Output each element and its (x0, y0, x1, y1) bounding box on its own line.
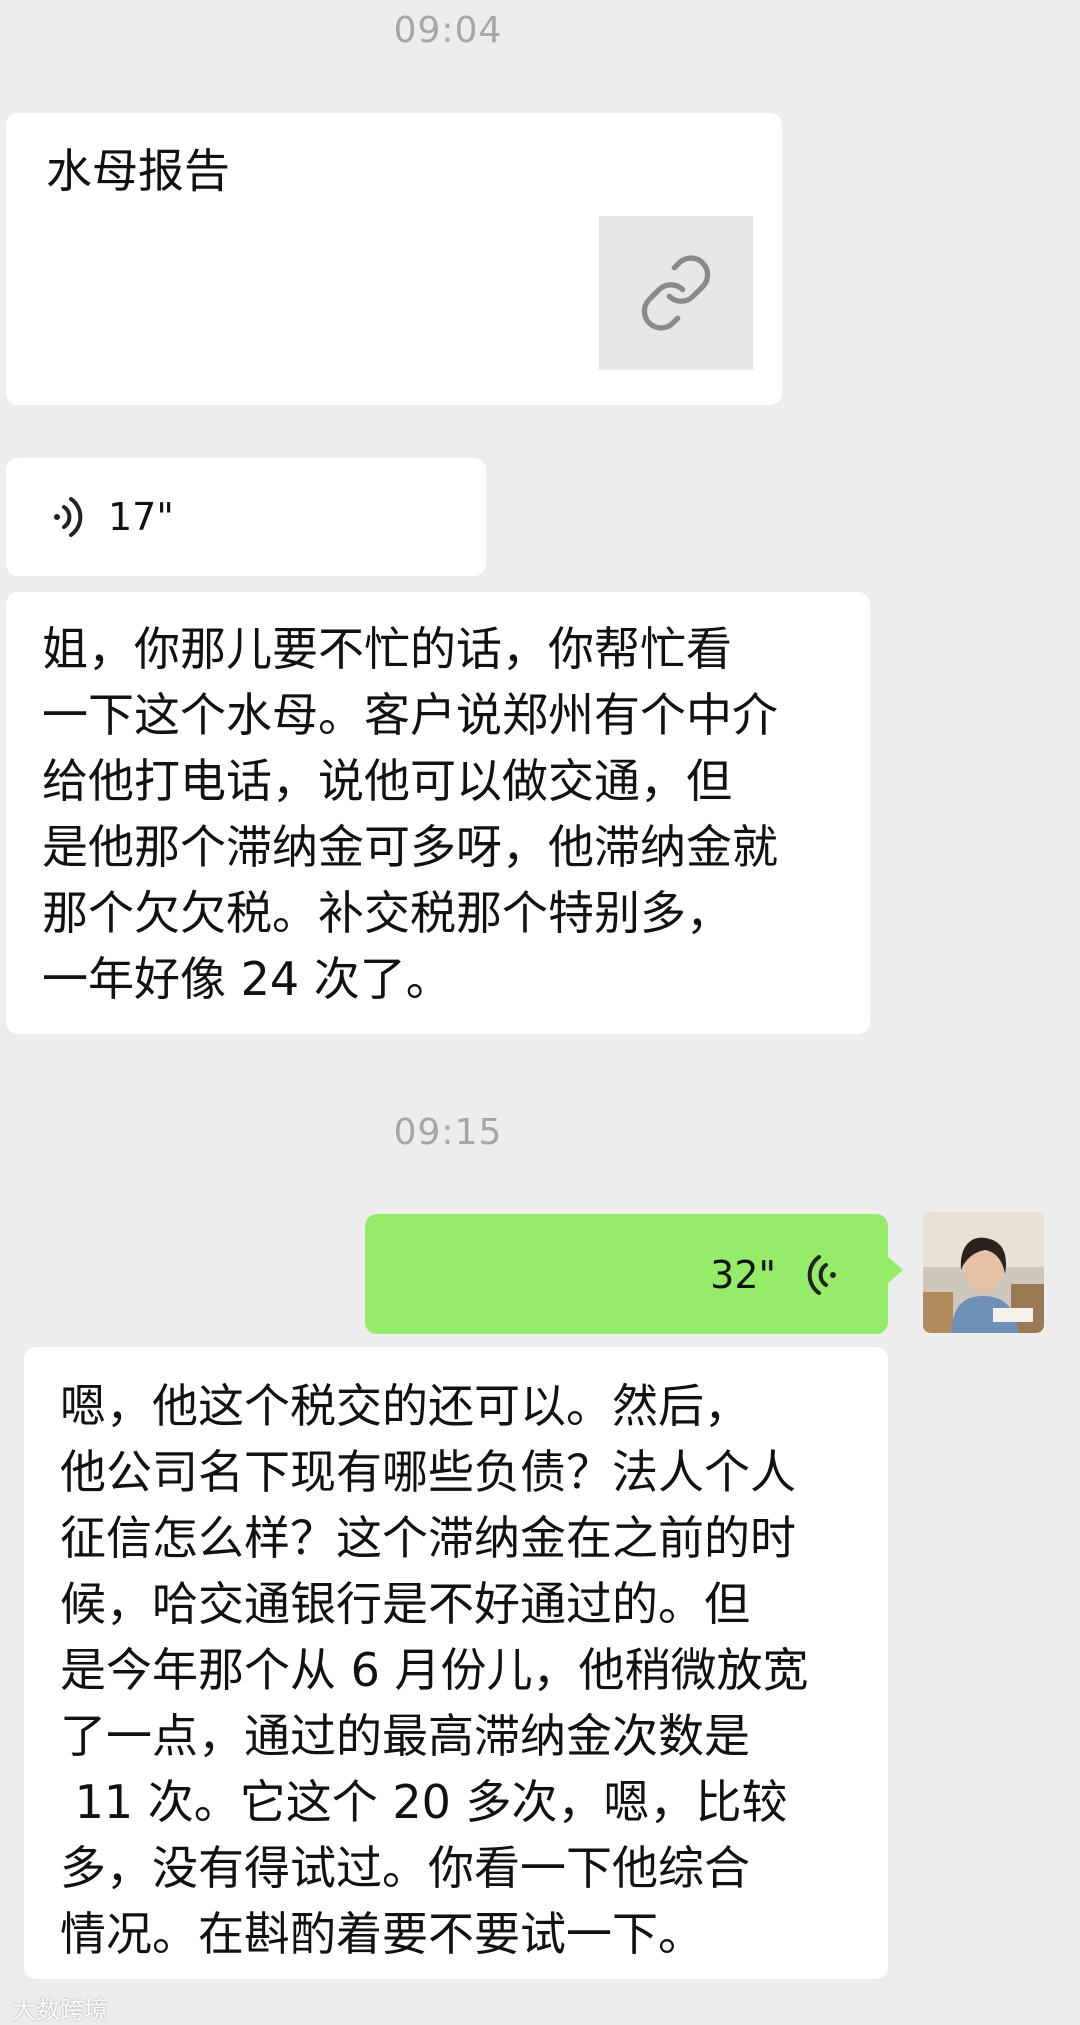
voice-wave-icon (807, 1255, 836, 1295)
voice-duration: 32" (710, 1253, 776, 1297)
bubble-tail (887, 1256, 903, 1284)
link-card-message[interactable]: 水母报告 (6, 113, 782, 405)
message-text: 嗯，他这个税交的还可以。然后， 他公司名下现有哪些负债？法人个人 征信怎么样？这… (60, 1379, 809, 1961)
link-icon (641, 255, 711, 331)
voice-message-incoming[interactable]: 17" (6, 458, 486, 576)
voice-duration: 17" (108, 495, 174, 539)
text-message-incoming[interactable]: 姐，你那儿要不忙的话，你帮忙看 一下这个水母。客户说郑州有个中介 给他打电话，说… (6, 592, 870, 1034)
voice-message-outgoing[interactable]: 32" (365, 1214, 888, 1334)
voice-wave-icon (54, 497, 83, 537)
watermark: 大数跨境 (12, 1996, 108, 2024)
avatar[interactable] (923, 1212, 1044, 1333)
timestamp: 09:04 (393, 10, 503, 51)
link-card-title: 水母报告 (46, 144, 230, 198)
link-thumbnail (599, 216, 753, 370)
message-text: 姐，你那儿要不忙的话，你帮忙看 一下这个水母。客户说郑州有个中介 给他打电话，说… (42, 622, 778, 1006)
timestamp: 09:15 (393, 1112, 503, 1153)
text-message-incoming[interactable]: 嗯，他这个税交的还可以。然后， 他公司名下现有哪些负债？法人个人 征信怎么样？这… (24, 1347, 888, 1979)
